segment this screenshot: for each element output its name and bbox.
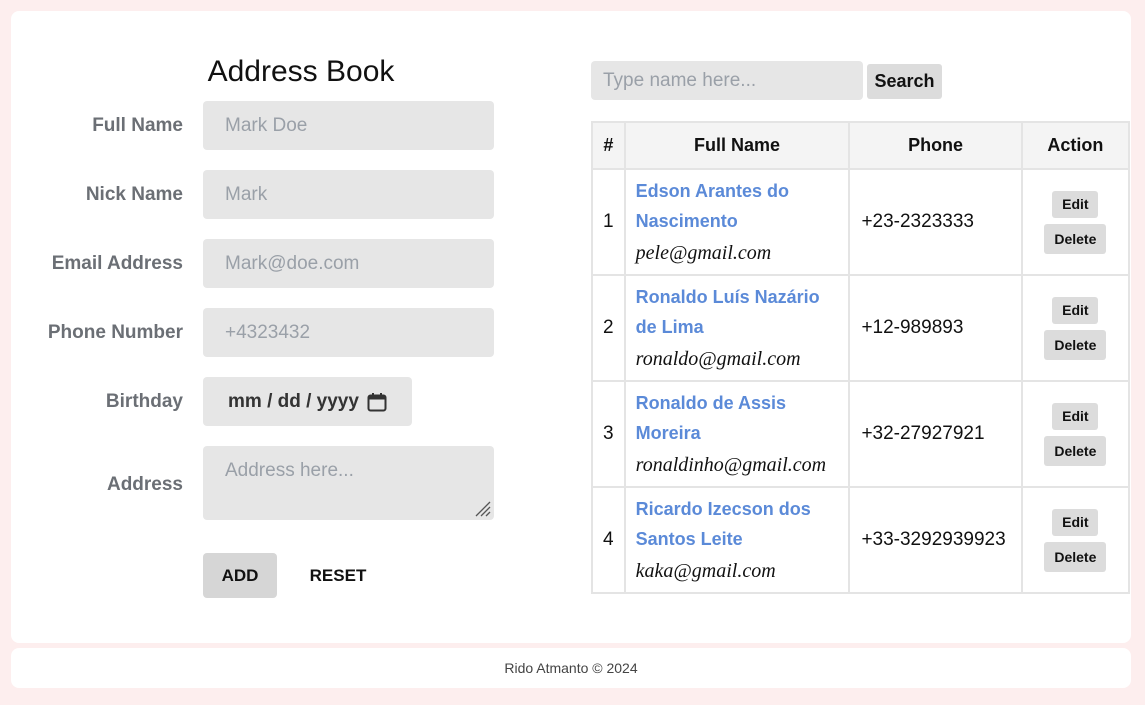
- reset-button[interactable]: RESET: [301, 553, 375, 598]
- contact-name-link[interactable]: Edson Arantes do Nascimento: [636, 176, 839, 236]
- row-number: 3: [591, 380, 626, 488]
- name-cell: Ronaldo Luís Nazário de Lima ronaldo@gma…: [623, 274, 851, 382]
- contact-name-link[interactable]: Ricardo Izecson dos Santos Leite: [636, 494, 839, 554]
- contact-name-link[interactable]: Ronaldo Luís Nazário de Lima: [636, 282, 839, 342]
- action-cell: Edit Delete: [1020, 380, 1131, 488]
- delete-button[interactable]: Delete: [1044, 329, 1107, 360]
- header-phone: Phone: [848, 121, 1023, 170]
- table-header-row: # Full Name Phone Action: [591, 121, 1131, 170]
- contact-phone: +32-27927921: [848, 380, 1023, 488]
- address-label: Address: [106, 474, 183, 495]
- birthday-field[interactable]: mm / dd / yyyy: [203, 377, 412, 426]
- main-card: Address Book Full Name Nick Name Email A…: [11, 11, 1131, 643]
- footer-copyright: Rido Atmanto © 2024: [504, 660, 638, 676]
- contact-name-link[interactable]: Ronaldo de Assis Moreira: [636, 388, 839, 448]
- resize-grip-icon[interactable]: [473, 499, 491, 517]
- edit-button[interactable]: Edit: [1052, 190, 1099, 218]
- action-cell: Edit Delete: [1020, 274, 1131, 382]
- contacts-table: # Full Name Phone Action 1 Edson Arantes…: [591, 121, 1131, 594]
- name-cell: Edson Arantes do Nascimento pele@gmail.c…: [623, 168, 851, 276]
- contact-phone: +33-3292939923: [848, 486, 1023, 594]
- header-number: #: [591, 121, 626, 170]
- search-button[interactable]: Search: [867, 64, 942, 99]
- action-cell: Edit Delete: [1020, 168, 1131, 276]
- action-cell: Edit Delete: [1020, 486, 1131, 594]
- contact-phone: +23-2323333: [848, 168, 1023, 276]
- email-label: Email Address: [51, 253, 183, 274]
- table-row: 3 Ronaldo de Assis Moreira ronaldinho@gm…: [591, 380, 1131, 488]
- delete-button[interactable]: Delete: [1044, 435, 1107, 466]
- name-cell: Ronaldo de Assis Moreira ronaldinho@gmai…: [623, 380, 851, 488]
- calendar-icon[interactable]: [367, 392, 387, 412]
- phone-label: Phone Number: [47, 322, 183, 343]
- table-row: 1 Edson Arantes do Nascimento pele@gmail…: [591, 168, 1131, 276]
- birthday-placeholder: mm / dd / yyyy: [228, 390, 359, 412]
- name-cell: Ricardo Izecson dos Santos Leite kaka@gm…: [623, 486, 851, 594]
- contact-email: pele@gmail.com: [635, 242, 772, 264]
- address-field[interactable]: [203, 446, 494, 520]
- header-action: Action: [1020, 121, 1131, 170]
- contact-email: kaka@gmail.com: [635, 560, 776, 582]
- edit-button[interactable]: Edit: [1052, 296, 1099, 324]
- full-name-label: Full Name: [92, 115, 183, 136]
- row-number: 1: [591, 168, 626, 276]
- header-full-name: Full Name: [623, 121, 851, 170]
- contact-email: ronaldo@gmail.com: [635, 348, 801, 370]
- row-number: 2: [591, 274, 626, 382]
- nick-name-field[interactable]: [203, 170, 494, 219]
- add-button[interactable]: ADD: [203, 553, 277, 598]
- birthday-label: Birthday: [105, 391, 183, 412]
- delete-button[interactable]: Delete: [1044, 223, 1107, 254]
- delete-button[interactable]: Delete: [1044, 541, 1107, 572]
- contact-phone: +12-989893: [848, 274, 1023, 382]
- row-number: 4: [591, 486, 626, 594]
- table-row: 4 Ricardo Izecson dos Santos Leite kaka@…: [591, 486, 1131, 594]
- nick-name-label: Nick Name: [85, 184, 183, 205]
- search-input[interactable]: [591, 61, 863, 100]
- edit-button[interactable]: Edit: [1052, 508, 1099, 536]
- page-title: Address Book: [207, 55, 395, 88]
- table-row: 2 Ronaldo Luís Nazário de Lima ronaldo@g…: [591, 274, 1131, 382]
- full-name-field[interactable]: [203, 101, 494, 150]
- contact-email: ronaldinho@gmail.com: [635, 454, 827, 476]
- phone-field[interactable]: [203, 308, 494, 357]
- email-field[interactable]: [203, 239, 494, 288]
- edit-button[interactable]: Edit: [1052, 402, 1099, 430]
- footer: Rido Atmanto © 2024: [11, 648, 1131, 688]
